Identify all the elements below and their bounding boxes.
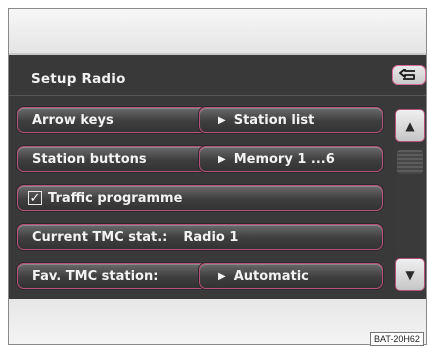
station-buttons-value: Memory 1 ...6 — [233, 151, 335, 167]
play-arrow-icon: ▶ — [218, 153, 226, 165]
arrow-keys-value: Station list — [233, 112, 315, 128]
station-buttons-value-button[interactable]: ▶ Memory 1 ...6 — [199, 146, 383, 172]
play-arrow-icon: ▶ — [218, 270, 226, 282]
fav-tmc-value-button[interactable]: ▶ Automatic — [199, 263, 383, 289]
fav-tmc-value: Automatic — [233, 268, 309, 284]
current-tmc-label: Current TMC stat.: — [32, 229, 168, 245]
back-button[interactable] — [392, 65, 426, 85]
checkbox[interactable]: ✓ — [28, 191, 42, 205]
bezel-bottom — [9, 299, 426, 344]
scrollbar-thumb[interactable] — [397, 150, 423, 174]
title-divider — [9, 95, 426, 96]
station-buttons-button[interactable]: Station buttons — [17, 146, 207, 172]
play-arrow-icon: ▶ — [218, 114, 226, 126]
checkmark-icon: ✓ — [29, 190, 41, 206]
screen-title: Setup Radio — [31, 71, 126, 87]
scroll-up-button[interactable]: ▲ — [395, 109, 425, 142]
traffic-programme-toggle[interactable]: ✓ Traffic programme — [17, 185, 383, 211]
current-tmc-value: Radio 1 — [183, 229, 239, 245]
fav-tmc-station-button[interactable]: Fav. TMC station: — [17, 263, 207, 289]
station-buttons-label: Station buttons — [32, 151, 147, 167]
radio-setup-screen: Setup Radio Arrow keys ▶ Station list St… — [9, 53, 426, 303]
device-frame: Setup Radio Arrow keys ▶ Station list St… — [8, 8, 427, 345]
fav-tmc-label: Fav. TMC station: — [32, 268, 159, 284]
arrow-keys-button[interactable]: Arrow keys — [17, 107, 207, 133]
arrow-keys-label: Arrow keys — [32, 112, 114, 128]
back-arrow-icon — [399, 66, 419, 85]
scroll-down-button[interactable]: ▼ — [395, 258, 425, 291]
arrow-keys-value-button[interactable]: ▶ Station list — [199, 107, 383, 133]
traffic-programme-label: Traffic programme — [48, 190, 183, 206]
current-tmc-station-button[interactable]: Current TMC stat.: Radio 1 — [17, 224, 383, 250]
image-code-label: BAT-20H62 — [370, 332, 424, 346]
bezel-top — [9, 9, 426, 53]
triangle-up-icon: ▲ — [405, 118, 415, 133]
triangle-down-icon: ▼ — [405, 267, 415, 282]
